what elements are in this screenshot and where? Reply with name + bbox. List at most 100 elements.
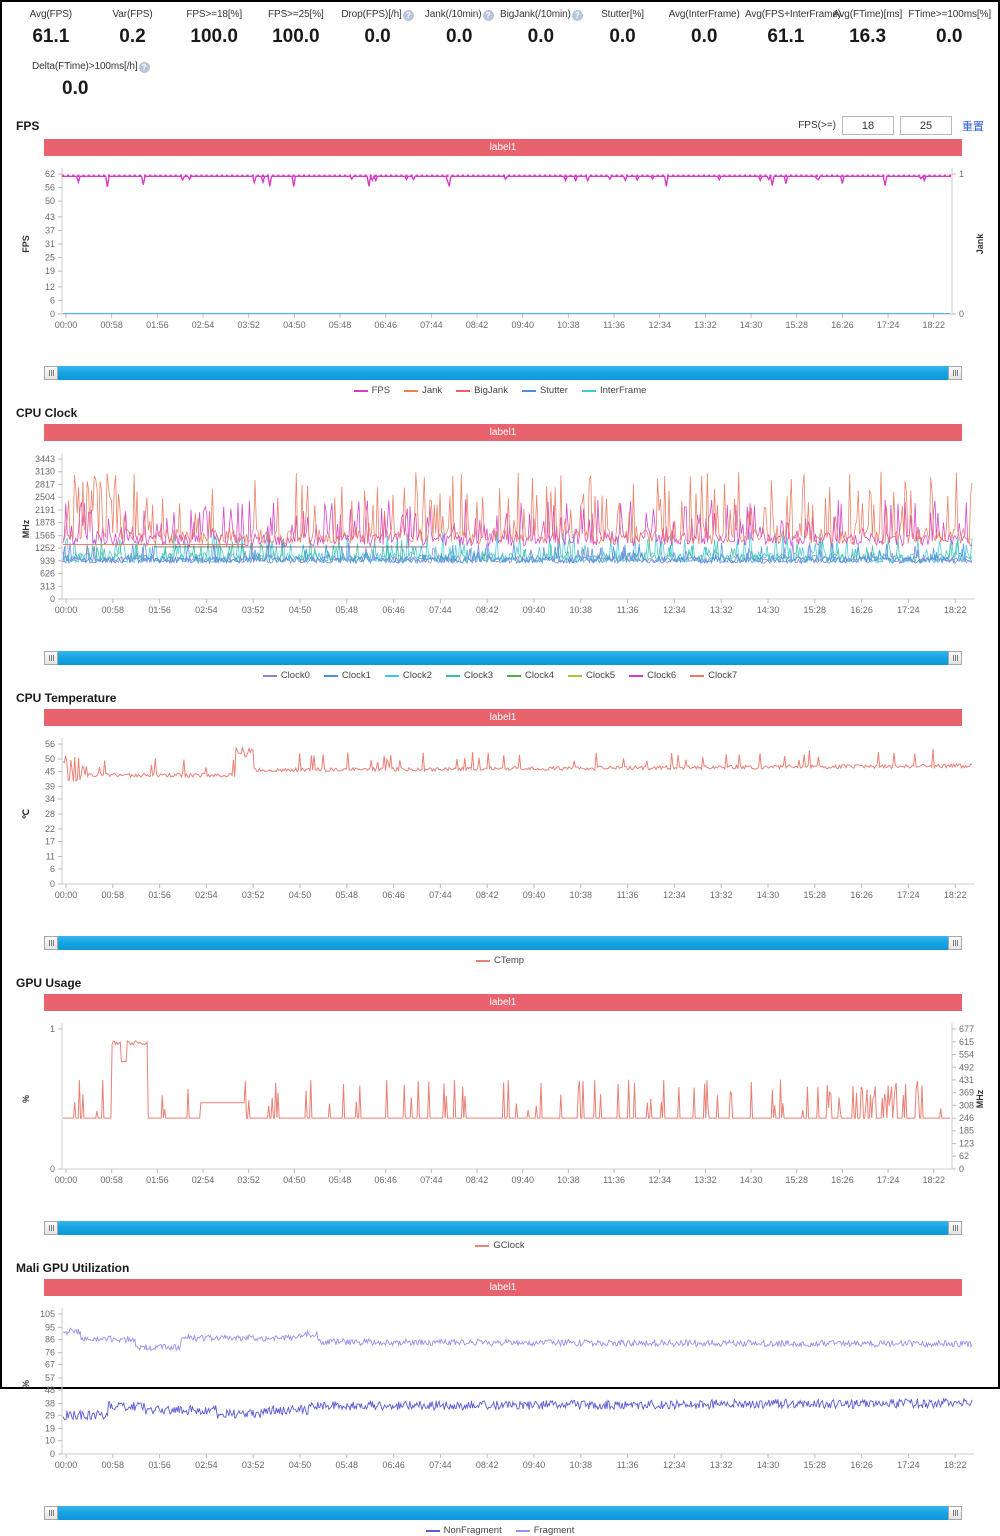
metric-value: 0.0 (936, 26, 963, 47)
metric-value: 100.0 (272, 26, 320, 47)
series-marker (169, 174, 172, 177)
legend-item[interactable]: NonFragment (425, 1525, 502, 1536)
legend-item[interactable]: Clock2 (384, 670, 432, 681)
chart-legend-gpu-usage: GClock (16, 1240, 984, 1251)
legend-marker-line (445, 674, 460, 677)
fps-threshold-input-1[interactable] (842, 116, 894, 135)
metric-value: 0.0 (691, 26, 718, 47)
series-marker (513, 174, 516, 177)
scrollbar-handle-right[interactable] (948, 1506, 962, 1520)
svg-text:10:38: 10:38 (557, 1175, 580, 1185)
chart-plot-mali-gpu-utilization[interactable]: 0 10 19 29 38 48 57 67 76 86 95 105% 00:00 00:58 01:56… (16, 1296, 988, 1504)
legend-marker-line (475, 959, 490, 962)
legend-item[interactable]: Jank (404, 385, 442, 396)
fps-threshold-input-2[interactable] (900, 116, 952, 135)
series-marker (174, 174, 177, 177)
series-marker (461, 174, 465, 177)
legend-item[interactable]: Clock4 (507, 670, 554, 681)
chart-plot-gpu-usage[interactable]: 0 1% 0 62 123 185 246 308 369 431 492 554 615 677 MHz 0… (16, 1011, 988, 1219)
chart-range-scrollbar[interactable] (44, 936, 962, 950)
svg-text:626: 626 (40, 569, 55, 579)
legend-item[interactable]: Stutter (521, 385, 568, 396)
scrollbar-handle-right[interactable] (948, 1221, 962, 1235)
legend-item[interactable]: FPS (353, 385, 390, 396)
scrollbar-handle-right[interactable] (948, 651, 962, 665)
section-title-text: GPU Usage (16, 976, 82, 990)
reset-link[interactable]: 重置 (962, 118, 984, 134)
scrollbar-handle-left[interactable] (44, 651, 58, 665)
section-title-text: CPU Clock (16, 406, 78, 420)
scrollbar-handle-right[interactable] (948, 366, 962, 380)
scrollbar-track[interactable] (58, 1221, 948, 1235)
series-marker (128, 174, 131, 177)
svg-text:19: 19 (45, 1424, 55, 1434)
series-marker (77, 174, 80, 177)
metric-label: FPS>=18[%] (186, 9, 243, 20)
legend-item[interactable]: CTemp (475, 955, 524, 966)
series-marker (907, 174, 911, 177)
svg-text:00:58: 00:58 (100, 1175, 123, 1185)
series-marker (825, 174, 829, 177)
scrollbar-handle-left[interactable] (44, 936, 58, 950)
scrollbar-track[interactable] (58, 936, 948, 950)
scrollbar-handle-right[interactable] (948, 936, 962, 950)
svg-text:10:38: 10:38 (557, 320, 580, 330)
series-marker (677, 174, 680, 177)
chart-legend-cpu-clock: Clock0 Clock1 Clock2 Clock3 Clock4 Clock5 Cloc… (16, 670, 984, 681)
legend-item[interactable]: Clock5 (568, 670, 615, 681)
help-icon[interactable]: ? (402, 10, 414, 21)
svg-text:18:22: 18:22 (922, 1175, 945, 1185)
fps-threshold-label: FPS(>=) (798, 120, 836, 131)
chart-plot-cpu-temperature[interactable]: 0 6 11 17 22 28 34 39 45 50 56 ℃ 00:00 00:58 01:56 02:5… (16, 726, 988, 934)
legend-item[interactable]: Clock3 (445, 670, 493, 681)
series-marker (379, 174, 382, 177)
help-icon[interactable]: ? (482, 10, 494, 21)
chart-range-scrollbar[interactable] (44, 1506, 962, 1520)
svg-text:MHz: MHz (21, 519, 31, 538)
scrollbar-track[interactable] (58, 1506, 948, 1520)
series-marker (482, 174, 485, 177)
legend-marker-line (629, 674, 644, 677)
legend-item[interactable]: Clock6 (629, 670, 676, 681)
svg-text:17:24: 17:24 (897, 890, 920, 900)
series-marker (528, 174, 531, 177)
legend-label: Clock2 (402, 670, 432, 681)
chart-range-scrollbar[interactable] (44, 651, 962, 665)
scrollbar-track[interactable] (58, 651, 948, 665)
metric-label: Jank(/10min)? (418, 8, 500, 22)
legend-item[interactable]: GClock (475, 1240, 525, 1251)
scrollbar-handle-left[interactable] (44, 1221, 58, 1235)
help-icon[interactable]: ? (138, 62, 150, 73)
legend-item[interactable]: Clock0 (262, 670, 310, 681)
scrollbar-handle-left[interactable] (44, 366, 58, 380)
chart-plot-fps[interactable]: 0 6 12 19 25 31 37 43 50 56 62 FPS 0 1 Jank 00:00 00:58 0… (16, 156, 988, 364)
scrollbar-track[interactable] (58, 366, 948, 380)
series-marker (559, 174, 562, 177)
series-marker (266, 174, 270, 177)
series-marker (938, 174, 941, 177)
chart-range-scrollbar[interactable] (44, 366, 962, 380)
chart-label-banner: label1 (44, 424, 962, 441)
legend-item[interactable]: InterFrame (581, 385, 646, 396)
chart-range-scrollbar[interactable] (44, 1221, 962, 1235)
scrollbar-handle-left[interactable] (44, 1506, 58, 1520)
legend-item[interactable]: Clock1 (323, 670, 371, 681)
legend-label: Clock7 (708, 670, 738, 681)
legend-item[interactable]: Clock7 (690, 670, 737, 681)
series-marker (692, 174, 695, 177)
section-header-fps: FPS FPS(>=) 重置 (16, 116, 984, 135)
legend-label: GClock (493, 1240, 525, 1251)
legend-item[interactable]: Fragment (515, 1525, 574, 1536)
chart-label-banner: label1 (44, 709, 962, 726)
svg-text:12:34: 12:34 (663, 890, 686, 900)
series-marker (769, 174, 772, 177)
series-marker (302, 174, 306, 177)
series-marker (159, 174, 162, 177)
svg-text:123: 123 (959, 1139, 974, 1149)
chart-plot-cpu-clock[interactable]: 0 313 626 939 1252 1565 1878 2191 2504 2817 3130 34… (16, 441, 988, 649)
series-marker (507, 174, 511, 177)
legend-marker-line (425, 1529, 440, 1532)
legend-item[interactable]: BigJank (456, 385, 508, 396)
svg-text:02:54: 02:54 (195, 605, 218, 615)
series-marker (523, 174, 526, 177)
